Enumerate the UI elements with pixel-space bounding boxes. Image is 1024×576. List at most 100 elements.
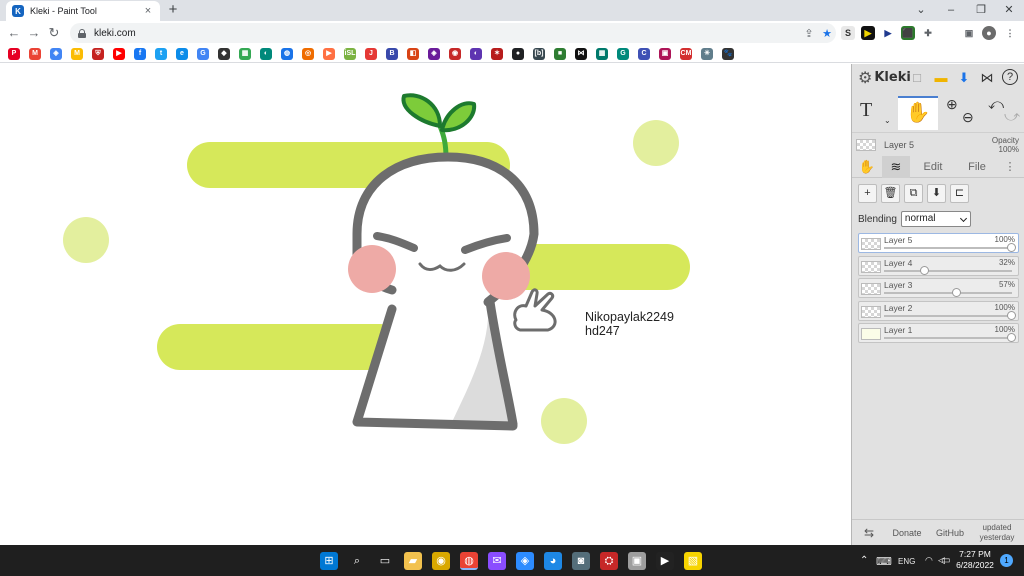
bookmark-app-icon[interactable]: ◍ (281, 47, 293, 60)
bookmark-app-icon[interactable]: G (617, 47, 629, 60)
bookmark-cm-icon[interactable]: CM (680, 47, 692, 60)
blending-select[interactable]: normal (900, 211, 971, 227)
bookmark-app-icon[interactable]: ⋈ (575, 47, 587, 60)
layer-item[interactable]: Layer 2 100% (858, 300, 1019, 321)
browser-menu-icon[interactable]: ⋮ (1003, 26, 1017, 40)
url-text[interactable]: kleki.com (94, 28, 800, 39)
bookmark-pinterest-icon[interactable]: P (8, 47, 20, 60)
layer-item[interactable]: Layer 5 100% (858, 233, 1019, 253)
bookmark-ads-icon[interactable]: M (71, 47, 83, 60)
bookmark-apps-icon[interactable]: ▦ (239, 47, 251, 60)
opacity-slider-handle[interactable] (1007, 310, 1016, 320)
clock[interactable]: 7:27 PM 6/28/2022 (953, 549, 997, 571)
sticky-notes-icon[interactable]: ▧ (684, 552, 702, 570)
bookmark-youtube-icon[interactable]: ▶ (113, 47, 125, 60)
merge-down-button[interactable]: ⬇ (927, 184, 946, 203)
layer-item[interactable]: Layer 3 57% (858, 278, 1019, 298)
opacity-slider-track[interactable] (884, 337, 1012, 339)
start-icon[interactable]: ⊞ (320, 552, 338, 570)
new-image-icon[interactable]: □ (908, 69, 926, 87)
bookmark-meet-icon[interactable]: ■ (554, 47, 566, 60)
back-button[interactable]: ← (6, 25, 22, 41)
tab-hand-icon[interactable]: ✋ (852, 159, 882, 175)
tab-file[interactable]: File (956, 161, 998, 173)
app-icon[interactable]: ◕ (544, 552, 562, 570)
bookmark-app-icon[interactable]: ◧ (407, 47, 419, 60)
opacity-slider-track[interactable] (884, 314, 1012, 317)
maximize-button[interactable]: ❐ (966, 0, 996, 21)
import-folder-icon[interactable]: ▬ (932, 69, 950, 87)
bookmark-paw-icon[interactable]: 🐾 (722, 47, 734, 60)
text-tool-button[interactable]: T (860, 99, 872, 122)
delete-layer-button[interactable]: 🗑 (881, 184, 900, 203)
drawing-canvas[interactable]: Nikopaylak2249 hd247 (0, 64, 851, 545)
zoom-in-icon[interactable]: ⊕ (946, 96, 958, 113)
task-view-icon[interactable]: ▭ (376, 552, 394, 570)
search-icon[interactable]: ⌕ (348, 552, 366, 570)
share-icon[interactable]: ⇪ (800, 27, 818, 40)
duplicate-layer-button[interactable]: ⧉ (904, 184, 923, 203)
battery-icon[interactable]: ▭ (941, 555, 950, 566)
tab-edit[interactable]: Edit (910, 161, 956, 173)
hand-tool-button[interactable]: ✋ (898, 96, 938, 130)
minimize-button[interactable]: – (936, 0, 966, 21)
bookmark-app-icon[interactable]: ◈ (428, 47, 440, 60)
current-layer-bar[interactable]: Layer 5 Opacity 100% (852, 132, 1024, 156)
rename-layer-button[interactable]: ⊏ (950, 184, 969, 203)
close-window-button[interactable]: ✕ (994, 0, 1024, 21)
tab-more-icon[interactable]: ⋮ (998, 160, 1022, 173)
opacity-slider-handle[interactable] (1007, 243, 1016, 252)
app-icon[interactable]: ◉ (432, 552, 450, 570)
bookmark-isl-icon[interactable]: iSL (344, 47, 356, 60)
opacity-slider-track[interactable] (884, 247, 1012, 249)
opacity-slider-track[interactable] (884, 292, 1012, 294)
share-icon[interactable]: ⋈ (978, 69, 996, 87)
bookmark-j-icon[interactable]: J (365, 47, 377, 60)
extension-box-icon[interactable]: ⬛ (901, 26, 915, 40)
tray-chevron-icon[interactable]: ⌃ (860, 555, 868, 566)
opacity-slider-track[interactable] (884, 269, 1012, 272)
new-tab-button[interactable]: + (165, 2, 181, 18)
bookmark-facebook-icon[interactable]: f (134, 47, 146, 60)
reload-button[interactable]: ↻ (46, 25, 62, 41)
camera-icon[interactable]: ◙ (572, 552, 590, 570)
download-icon[interactable]: ⬇ (955, 69, 973, 87)
chrome-icon[interactable]: ◍ (460, 552, 478, 570)
bookmark-app-icon[interactable]: B (386, 47, 398, 60)
bookmark-app-icon[interactable]: ▶ (323, 47, 335, 60)
layer-item[interactable]: Layer 4 32% (858, 255, 1019, 276)
bookmark-twitter-icon[interactable]: t (155, 47, 167, 60)
redo-icon[interactable]: ⤻ (1004, 108, 1020, 125)
bookmark-gmail-icon[interactable]: M (29, 47, 41, 60)
wifi-icon[interactable]: ◠ (925, 555, 933, 566)
bookmark-app-icon[interactable]: ▦ (596, 47, 608, 60)
bookmark-app-icon[interactable]: ● (512, 47, 524, 60)
opacity-slider-handle[interactable] (919, 265, 929, 275)
messenger-icon[interactable]: ✉ (488, 552, 506, 570)
bookmark-app-icon[interactable]: ◉ (449, 47, 461, 60)
bookmark-app-icon[interactable]: ✶ (491, 47, 503, 60)
bookmark-app-icon[interactable]: ▣ (659, 47, 671, 60)
file-explorer-icon[interactable]: ▰ (404, 552, 422, 570)
side-panel-icon[interactable]: ▣ (962, 26, 976, 40)
help-icon[interactable]: ? (1002, 69, 1018, 85)
extension-s-icon[interactable]: S (841, 26, 855, 40)
donate-link[interactable]: Donate (886, 528, 928, 538)
bookmark-star-icon[interactable]: ★ (818, 27, 836, 40)
opacity-slider-handle[interactable] (1007, 333, 1016, 342)
bookmark-edge-icon[interactable]: e (176, 47, 188, 60)
zoom-icon[interactable]: ◈ (516, 552, 534, 570)
app-icon[interactable]: ⛭ (600, 552, 618, 570)
browser-tab[interactable]: K Kleki - Paint Tool × (6, 1, 160, 21)
bookmark-app-icon[interactable]: ✳ (701, 47, 713, 60)
address-bar[interactable]: kleki.com ⇪ ★ (70, 23, 836, 43)
chevron-down-icon[interactable]: ⌄ (884, 116, 891, 125)
add-layer-button[interactable]: + (858, 184, 877, 203)
layer-item[interactable]: Layer 1 100% (858, 323, 1019, 343)
opacity-slider-handle[interactable] (951, 288, 961, 297)
extension-cursor-icon[interactable]: ▶ (881, 26, 895, 40)
tab-search-button[interactable]: ⌄ (906, 0, 936, 21)
undo-icon[interactable]: ⤺ (988, 96, 1004, 113)
extensions-puzzle-icon[interactable]: ✚ (921, 26, 935, 40)
swap-side-icon[interactable]: ⇆ (852, 526, 886, 540)
